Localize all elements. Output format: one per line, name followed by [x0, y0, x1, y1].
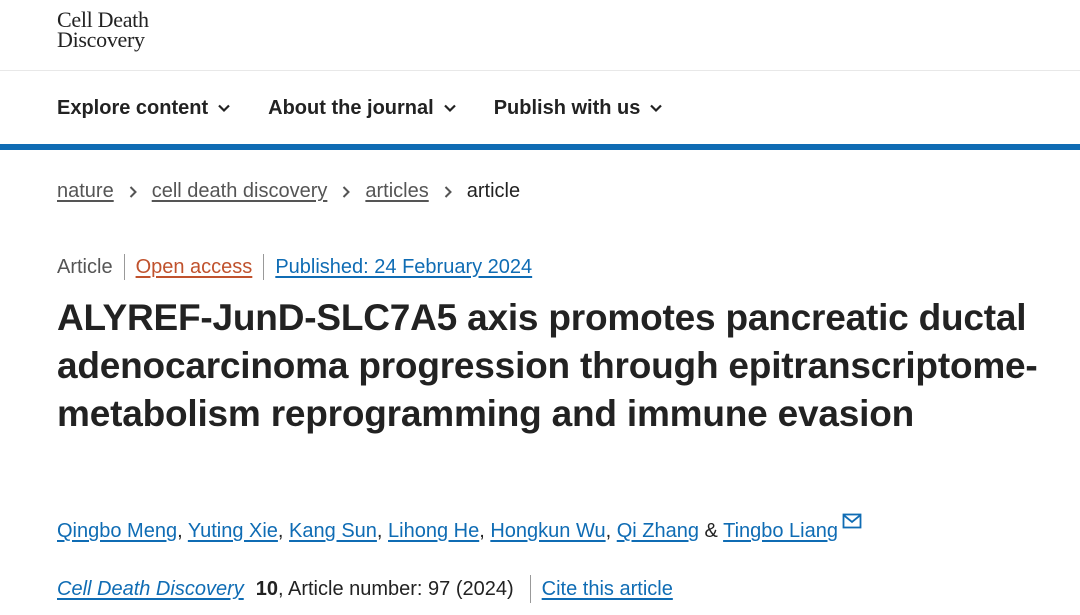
author-link[interactable]: Kang Sun: [289, 520, 377, 542]
chevron-down-icon: [218, 104, 230, 113]
author-separator: ,: [479, 520, 491, 542]
header-divider: [0, 70, 1080, 71]
author-list: Qingbo Meng, Yuting Xie, Kang Sun, Lihon…: [57, 513, 862, 543]
citation-line: Cell Death Discovery 10 , Article number…: [57, 575, 673, 603]
article-meta: Article Open access Published: 24 Februa…: [57, 254, 532, 280]
open-access-link[interactable]: Open access: [136, 256, 253, 279]
breadcrumb-articles[interactable]: articles: [365, 180, 428, 203]
nav-about-the-journal[interactable]: About the journal: [268, 94, 457, 122]
article-number: , Article number: 97 (2024): [277, 577, 514, 600]
main-nav: Explore content About the journal Publis…: [57, 94, 700, 122]
citation-divider: [529, 575, 531, 603]
cite-this-article-link[interactable]: Cite this article: [542, 578, 673, 601]
breadcrumb-cell-death-discovery[interactable]: cell death discovery: [152, 180, 328, 203]
chevron-right-icon: [129, 185, 137, 198]
nav-explore-content[interactable]: Explore content: [57, 94, 231, 122]
published-date-link[interactable]: Published: 24 February 2024: [275, 256, 532, 279]
breadcrumb-nature[interactable]: nature: [57, 180, 114, 203]
logo-line-2: Discovery: [57, 27, 145, 52]
chevron-right-icon: [343, 185, 351, 198]
nav-label: About the journal: [268, 96, 434, 119]
chevron-right-icon: [444, 185, 452, 198]
nav-label: Explore content: [57, 96, 209, 119]
breadcrumb-current: article: [466, 180, 521, 202]
journal-logo[interactable]: Cell Death Discovery: [57, 9, 149, 52]
accent-bar: [0, 144, 1080, 150]
breadcrumb: nature cell death discovery articles art…: [57, 180, 520, 203]
author-separator: ,: [605, 520, 617, 542]
nav-label: Publish with us: [493, 96, 641, 119]
chevron-down-icon: [650, 104, 663, 113]
volume-number: 10: [255, 577, 278, 600]
author-link[interactable]: Lihong He: [388, 520, 479, 542]
chevron-down-icon: [443, 104, 456, 113]
author-link[interactable]: Tingbo Liang: [723, 520, 838, 542]
journal-link[interactable]: Cell Death Discovery: [57, 578, 244, 601]
mail-icon[interactable]: [842, 513, 862, 529]
article-type: Article: [57, 255, 113, 278]
author-separator: ,: [376, 520, 389, 542]
author-link[interactable]: Qingbo Meng: [57, 520, 177, 542]
author-link[interactable]: Hongkun Wu: [490, 520, 605, 542]
author-separator: ,: [177, 520, 188, 542]
meta-divider: [263, 254, 265, 280]
author-separator: ,: [277, 520, 290, 542]
author-link[interactable]: Yuting Xie: [188, 520, 278, 542]
nav-publish-with-us[interactable]: Publish with us: [494, 94, 664, 122]
article-title: ALYREF-JunD-SLC7A5 axis promotes pancrea…: [57, 297, 1038, 434]
author-link[interactable]: Qi Zhang: [617, 520, 699, 542]
author-last-joiner: &: [699, 520, 724, 542]
meta-divider: [123, 254, 125, 280]
